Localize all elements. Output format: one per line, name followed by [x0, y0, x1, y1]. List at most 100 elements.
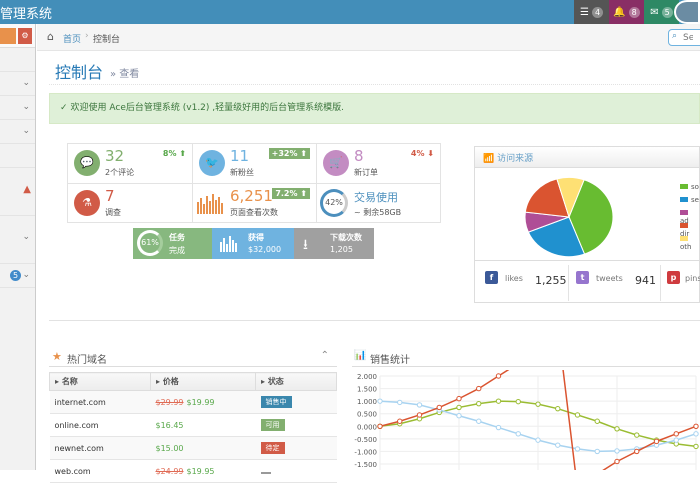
- navbar: 管理系统 ☰ 4 🔔 8 ✉ 5: [0, 0, 700, 24]
- legend-item: so: [680, 183, 699, 191]
- facebook-icon[interactable]: f: [485, 271, 498, 284]
- domain-status: 可用: [255, 413, 337, 437]
- sidebar-item[interactable]: ⌄: [0, 120, 35, 144]
- infobox-value: 6,251: [230, 187, 273, 205]
- data-point[interactable]: [377, 398, 383, 404]
- column-header[interactable]: ▸ 状态: [255, 372, 337, 391]
- data-point[interactable]: [594, 418, 600, 424]
- chevron-up-icon[interactable]: ⌃: [321, 350, 329, 361]
- tasks-icon: ☰: [580, 6, 589, 18]
- y-tick-label: 1.000: [357, 398, 377, 406]
- tile-downloads[interactable]: ⭳ 下载次数 1,205: [294, 228, 374, 259]
- data-point[interactable]: [653, 438, 660, 445]
- data-point[interactable]: [397, 399, 403, 406]
- column-header[interactable]: ▸ 价格: [150, 372, 256, 391]
- sidebar-item[interactable]: 5 ⌄: [0, 264, 35, 288]
- sidebar-item[interactable]: ▲: [0, 168, 35, 216]
- cogs-button[interactable]: ⚙: [18, 28, 32, 44]
- y-tick-label: 1.500: [357, 386, 377, 394]
- data-point[interactable]: [673, 431, 679, 437]
- y-tick-label: -0.500: [354, 436, 377, 444]
- comment-icon: 💬: [74, 150, 100, 176]
- infobox-change: +32% ⬆: [268, 148, 310, 159]
- notifications-button[interactable]: 🔔 8: [609, 0, 644, 24]
- download-icon: ⭳: [303, 237, 308, 253]
- widget-header: 📶 访问来源: [475, 147, 699, 168]
- signal-icon: 📊: [354, 350, 367, 361]
- data-point[interactable]: [614, 448, 620, 454]
- tasks-button[interactable]: ☰ 4: [574, 0, 609, 24]
- breadcrumb-home-link[interactable]: 首页: [63, 32, 81, 45]
- traffic-ring: 42%: [320, 189, 348, 217]
- data-point[interactable]: [594, 448, 600, 455]
- data-point[interactable]: [693, 431, 699, 437]
- domain-price: $24.99 $19.95: [150, 459, 256, 483]
- sidebar-item[interactable]: [0, 48, 35, 72]
- infobox-comments: 💬 32 2个评论 8% ⬆: [68, 144, 192, 183]
- data-point[interactable]: [476, 400, 482, 407]
- column-header[interactable]: ▸ 名称: [49, 372, 151, 391]
- sidebar-item[interactable]: [0, 144, 35, 168]
- cogs-icon: ⚙: [21, 31, 29, 40]
- infobox-followers: 🐦 11 新粉丝 +32% ⬆: [193, 144, 316, 183]
- shortcut-button[interactable]: [0, 28, 16, 44]
- data-point[interactable]: [555, 405, 561, 412]
- data-point[interactable]: [693, 423, 699, 429]
- data-point[interactable]: [456, 404, 462, 411]
- data-point[interactable]: [515, 398, 521, 405]
- pinterest-icon[interactable]: p: [667, 271, 680, 284]
- tile-title: 任务: [169, 233, 185, 242]
- data-point[interactable]: [436, 404, 442, 411]
- data-point[interactable]: [634, 432, 640, 438]
- user-avatar[interactable]: [674, 0, 700, 24]
- tile-tasks[interactable]: 61% 任务 完成: [133, 228, 212, 259]
- data-point[interactable]: [397, 418, 403, 424]
- data-point[interactable]: [555, 442, 561, 448]
- sidebar-item[interactable]: ⌄: [0, 216, 35, 264]
- flask-icon: ⚗: [74, 190, 100, 216]
- tile-earnings[interactable]: 获得 $32,000: [212, 228, 294, 259]
- data-point[interactable]: [456, 413, 462, 419]
- data-point[interactable]: [456, 395, 462, 402]
- data-point[interactable]: [495, 424, 502, 431]
- sidebar-item[interactable]: ⌄: [0, 72, 35, 96]
- page-subtitle: » 查看: [110, 69, 140, 80]
- alert-text: 欢迎使用 Ace后台管理系统 (v1.2) ,轻量级好用的后台管理系统模版.: [70, 103, 344, 113]
- data-point[interactable]: [416, 402, 423, 408]
- domain-name: newnet.com: [49, 436, 151, 460]
- data-point[interactable]: [673, 437, 679, 443]
- infobox-value: 7: [105, 187, 115, 205]
- data-point[interactable]: [377, 423, 383, 429]
- tile-title: 获得: [248, 233, 264, 242]
- data-point[interactable]: [614, 426, 620, 432]
- infobox-change: 7.2% ⬆: [272, 188, 310, 199]
- data-point[interactable]: [614, 458, 620, 465]
- tile-value: 完成: [169, 246, 185, 255]
- table-row: newnet.com $15.00 待定: [49, 436, 337, 460]
- domain-name: web.com: [49, 459, 151, 483]
- data-point[interactable]: [634, 448, 640, 455]
- twitter-icon[interactable]: t: [576, 271, 589, 284]
- widget-title: 销售统计: [370, 355, 410, 366]
- domain-price: $15.00: [150, 436, 256, 460]
- infobox-value: 11: [230, 147, 250, 165]
- data-point[interactable]: [515, 431, 521, 437]
- social-label: pins: [685, 274, 700, 283]
- data-point[interactable]: [495, 398, 502, 404]
- arrow-up-icon: ⬆: [300, 149, 307, 158]
- data-point[interactable]: [416, 412, 423, 418]
- data-point[interactable]: [535, 401, 541, 407]
- infobox-value: 交易使用: [354, 191, 398, 204]
- data-point[interactable]: [495, 373, 502, 379]
- cart-icon: 🛒: [323, 150, 349, 176]
- data-point[interactable]: [574, 446, 581, 452]
- data-point[interactable]: [476, 418, 482, 424]
- data-point[interactable]: [574, 412, 581, 418]
- data-point[interactable]: [693, 443, 699, 450]
- data-point[interactable]: [535, 437, 541, 443]
- domain-name: internet.com: [49, 390, 151, 414]
- data-point[interactable]: [476, 385, 482, 392]
- home-icon[interactable]: ⌂: [47, 30, 54, 43]
- breadcrumb-separator: ›: [85, 31, 89, 41]
- sidebar-item[interactable]: ⌄: [0, 96, 35, 120]
